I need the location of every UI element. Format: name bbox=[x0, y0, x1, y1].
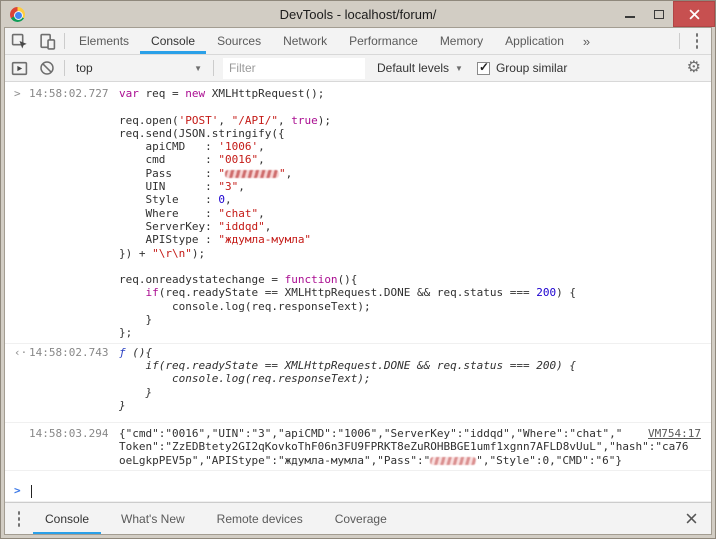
separator bbox=[64, 60, 65, 76]
sidebar-toggle-icon bbox=[11, 60, 28, 77]
timestamp: 14:58:03.294 bbox=[29, 427, 109, 467]
console-message: 14:58:03.294{"cmd":"0016","UIN":"3","api… bbox=[5, 423, 711, 471]
device-toolbar-button[interactable] bbox=[33, 28, 61, 54]
console-panel: >14:58:02.727var req = new XMLHttpReques… bbox=[5, 82, 711, 502]
group-similar-label: Group similar bbox=[496, 61, 567, 75]
chrome-logo-icon bbox=[10, 7, 25, 22]
close-icon bbox=[686, 513, 697, 524]
title-bar[interactable]: DevTools - localhost/forum/ bbox=[1, 1, 715, 27]
drawer-tab-console[interactable]: Console bbox=[33, 503, 101, 534]
redacted-password bbox=[430, 457, 476, 465]
redacted-password bbox=[225, 170, 279, 178]
console-toolbar: top ▼ Default levels ▼ Group similar ⚙ bbox=[5, 55, 711, 82]
close-drawer-button[interactable] bbox=[683, 511, 699, 527]
separator bbox=[213, 60, 214, 76]
close-button[interactable] bbox=[673, 1, 715, 27]
timestamp: 14:58:02.743 bbox=[29, 346, 109, 412]
settings-gear-icon[interactable]: ⚙ bbox=[687, 60, 701, 76]
console-messages: >14:58:02.727var req = new XMLHttpReques… bbox=[5, 82, 711, 481]
close-icon bbox=[689, 9, 700, 20]
minimize-icon bbox=[625, 16, 635, 18]
maximize-icon bbox=[654, 10, 664, 19]
inspect-cursor-icon bbox=[11, 33, 28, 50]
drawer-tabs: Console What's New Remote devices Coverage bbox=[33, 503, 407, 534]
levels-label: Default levels bbox=[377, 61, 449, 75]
timestamp: 14:58:02.727 bbox=[29, 87, 109, 340]
chevron-down-icon: ▼ bbox=[194, 64, 202, 73]
result-marker-icon: ‹· bbox=[5, 346, 29, 412]
checkbox-checked-icon bbox=[477, 62, 490, 75]
input-echo-marker-icon: > bbox=[5, 87, 29, 340]
console-prompt-icon: > bbox=[5, 484, 29, 497]
tab-application[interactable]: Application bbox=[494, 28, 575, 54]
message-text: {"cmd":"0016","UIN":"3","apiCMD":"1006",… bbox=[119, 427, 711, 467]
clear-console-icon bbox=[39, 60, 55, 76]
tab-performance[interactable]: Performance bbox=[338, 28, 429, 54]
kebab-menu-icon bbox=[18, 517, 20, 521]
group-similar-checkbox[interactable]: Group similar bbox=[477, 61, 567, 75]
devtools-frame: ElementsConsoleSourcesNetworkPerformance… bbox=[4, 27, 712, 535]
filter-input[interactable] bbox=[223, 58, 365, 79]
window-title: DevTools - localhost/forum/ bbox=[1, 7, 715, 22]
console-input-row[interactable]: > bbox=[5, 481, 711, 502]
chevron-down-icon: ▼ bbox=[455, 64, 463, 73]
log-levels-selector[interactable]: Default levels ▼ bbox=[371, 61, 469, 75]
minimize-button[interactable] bbox=[615, 1, 644, 27]
kebab-menu-icon bbox=[696, 39, 698, 43]
main-menu-button[interactable] bbox=[683, 28, 711, 54]
message-text: var req = new XMLHttpRequest(); req.open… bbox=[119, 87, 711, 340]
execution-context-selector[interactable]: top ▼ bbox=[68, 61, 210, 75]
separator bbox=[64, 33, 65, 49]
show-console-sidebar-button[interactable] bbox=[5, 55, 33, 81]
clear-console-button[interactable] bbox=[33, 55, 61, 81]
drawer-tab-coverage[interactable]: Coverage bbox=[323, 503, 399, 534]
message-text: ƒ (){ if(req.readyState == XMLHttpReques… bbox=[119, 346, 711, 412]
maximize-button[interactable] bbox=[644, 1, 673, 27]
console-message: ‹·14:58:02.743ƒ (){ if(req.readyState ==… bbox=[5, 344, 711, 423]
more-tabs-button[interactable]: » bbox=[575, 34, 598, 49]
drawer-bar: Console What's New Remote devices Coverage bbox=[5, 502, 711, 534]
tab-memory[interactable]: Memory bbox=[429, 28, 494, 54]
source-link[interactable]: VM754:17 bbox=[648, 427, 701, 440]
devtools-window: DevTools - localhost/forum/ bbox=[0, 0, 716, 539]
drawer-menu-button[interactable] bbox=[5, 506, 33, 532]
main-tab-bar: ElementsConsoleSourcesNetworkPerformance… bbox=[5, 28, 711, 55]
tab-sources[interactable]: Sources bbox=[206, 28, 272, 54]
text-cursor bbox=[31, 485, 32, 498]
tab-network[interactable]: Network bbox=[272, 28, 338, 54]
tab-elements[interactable]: Elements bbox=[68, 28, 140, 54]
console-message: >14:58:02.727var req = new XMLHttpReques… bbox=[5, 85, 711, 344]
gutter bbox=[5, 427, 29, 467]
tab-console[interactable]: Console bbox=[140, 28, 206, 54]
drawer-tab-remote-devices[interactable]: Remote devices bbox=[205, 503, 315, 534]
separator bbox=[679, 33, 680, 49]
device-toolbar-icon bbox=[39, 33, 56, 50]
inspect-element-button[interactable] bbox=[5, 28, 33, 54]
drawer-tab-what-s-new[interactable]: What's New bbox=[109, 503, 197, 534]
context-label: top bbox=[76, 61, 93, 75]
panel-tabs: ElementsConsoleSourcesNetworkPerformance… bbox=[68, 28, 575, 54]
